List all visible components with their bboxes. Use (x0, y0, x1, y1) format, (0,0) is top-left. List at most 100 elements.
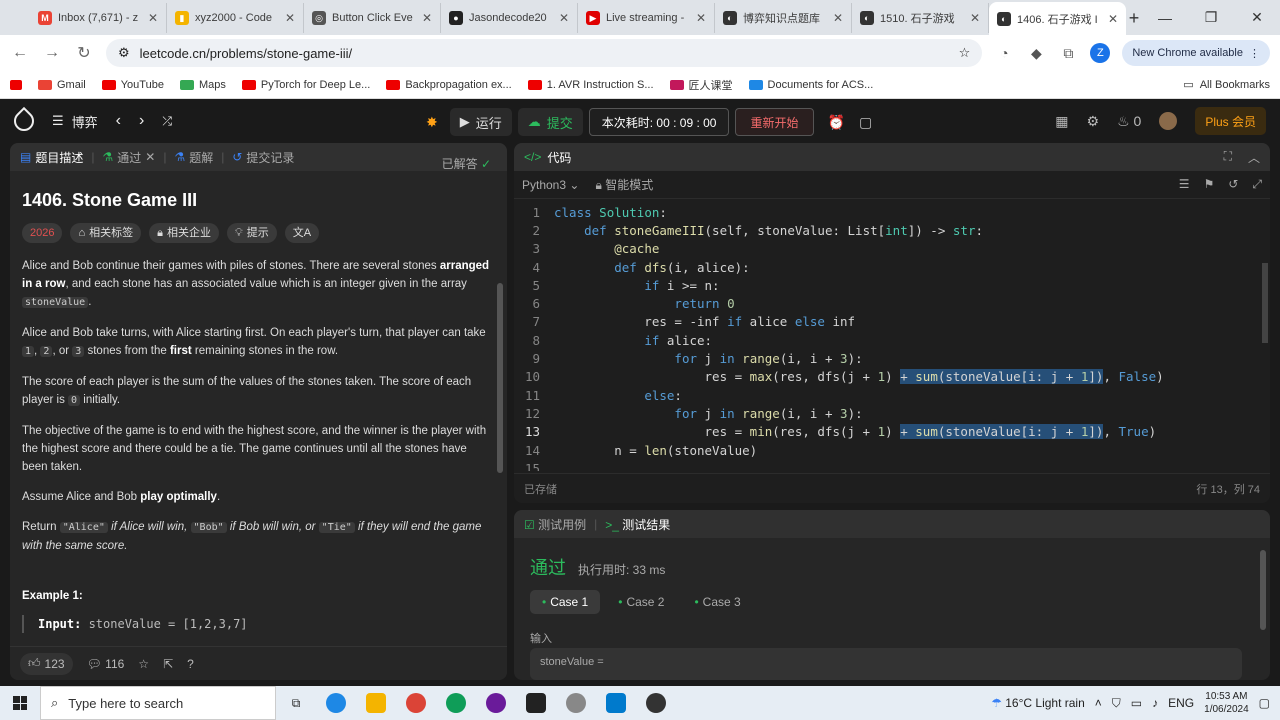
case-tab[interactable]: • Case 2 (606, 590, 676, 614)
tab-accepted[interactable]: ⚗ 通过 ✕ (102, 149, 155, 166)
chevron-up-icon[interactable]: ˄ (1095, 696, 1102, 710)
tab-submissions[interactable]: ↺ 提交记录 (232, 149, 294, 166)
next-problem-icon[interactable]: › (139, 112, 144, 130)
bookmark-item[interactable]: Gmail (38, 79, 86, 91)
browser-tab[interactable]: ◎ Button Click Eve ✕ (304, 3, 441, 33)
run-button[interactable]: ▶ 运行 (449, 108, 512, 136)
obs-icon[interactable] (636, 686, 676, 720)
bookmark-item[interactable]: PyTorch for Deep Le... (241, 79, 370, 91)
test-scrollbar[interactable] (1260, 550, 1266, 630)
weather-widget[interactable]: ☂ 16°C Light rain (991, 696, 1085, 710)
start-button[interactable] (0, 696, 40, 710)
minimize-icon[interactable]: — (1142, 0, 1188, 35)
translate-button[interactable]: 文A (284, 223, 320, 243)
language-select[interactable]: Python3 ⌄ (522, 178, 579, 192)
comments-button[interactable]: 💬︎ 116 (87, 657, 125, 671)
security-icon[interactable]: ⛉ (1112, 696, 1121, 711)
close-tab-icon[interactable]: ✕ (1108, 12, 1118, 26)
profile-avatar[interactable]: Z (1090, 43, 1111, 63)
close-tab-icon[interactable]: ✕ (285, 11, 295, 25)
elapsed-timer[interactable]: 本次耗时: 00 : 09 : 00 (588, 108, 730, 136)
bookmark-item[interactable]: Backpropagation ex... (386, 79, 512, 91)
user-avatar[interactable] (1159, 112, 1178, 130)
bookmark-item[interactable]: Maps (179, 79, 226, 91)
back-icon[interactable]: ← (10, 44, 30, 62)
difficulty-rating-tag[interactable]: 2026 (22, 223, 63, 243)
chrome-icon[interactable] (396, 686, 436, 720)
format-icon[interactable]: ☰ (1179, 177, 1190, 192)
task-view-icon[interactable]: ⧉ (276, 686, 316, 720)
terminal-icon[interactable] (516, 686, 556, 720)
bookmark-icon[interactable]: ⚑ (1204, 177, 1215, 192)
app-icon[interactable] (476, 686, 516, 720)
reload-icon[interactable]: ↻ (74, 43, 94, 63)
reset-code-icon[interactable]: ↺ (1228, 177, 1238, 192)
all-bookmarks-button[interactable]: ▭ All Bookmarks (1183, 78, 1270, 92)
browser-tab[interactable]: ▶ Live streaming - ✕ (578, 3, 715, 33)
browser-tab[interactable]: ◐ 1406. 石子游戏 I ✕ (989, 2, 1126, 35)
hints-button[interactable]: 💡︎ 提示 (227, 223, 277, 243)
tab-test-result[interactable]: >_ 测试结果 (605, 516, 670, 533)
note-icon[interactable]: ▢ (859, 114, 872, 131)
close-window-icon[interactable]: ✕ (1234, 0, 1280, 35)
browser-tab[interactable]: ◐ 博弈知识点题库 ✕ (715, 3, 852, 33)
fullscreen-icon[interactable]: ⛶ (1224, 149, 1232, 166)
restart-timer-button[interactable]: 重新开始 (735, 108, 814, 136)
browser-tab[interactable]: ● Jasondecode20 ✕ (441, 3, 578, 33)
settings-gear-icon[interactable]: ⚙ (1087, 113, 1100, 130)
file-explorer-icon[interactable] (356, 686, 396, 720)
url-text[interactable]: leetcode.cn/problems/stone-game-iii/ (140, 46, 949, 61)
alarm-icon[interactable]: ⏰ (820, 114, 853, 131)
volume-icon[interactable]: ♪ (1152, 696, 1158, 710)
new-chrome-available-button[interactable]: New Chrome available ⋮ (1122, 40, 1270, 66)
case-tab[interactable]: • Case 1 (530, 590, 601, 614)
browser-tab[interactable]: ▮ xyz2000 - Code ✕ (167, 3, 304, 33)
bookmark-item[interactable]: Documents for ACS... (748, 79, 873, 91)
extension2-icon[interactable]: ◆ (1026, 45, 1046, 62)
like-button[interactable]: 👍︎ 123 (20, 652, 73, 675)
site-info-icon[interactable]: ⚙ (118, 45, 130, 61)
omnibox[interactable]: ⚙ leetcode.cn/problems/stone-game-iii/ ☆ (106, 39, 983, 67)
problem-list-button[interactable]: ☰ 博弈 (52, 112, 98, 131)
maximize-icon[interactable]: ❐ (1188, 0, 1234, 35)
code-area[interactable]: 1 class Solution: 2 def stoneGameIII(self… (514, 203, 1270, 471)
close-icon[interactable]: ✕ (145, 150, 155, 164)
forward-icon[interactable]: → (42, 44, 62, 62)
language-indicator[interactable]: ENG (1168, 696, 1194, 710)
problem-title[interactable]: 1406. Stone Game III (22, 191, 492, 209)
browser-tab[interactable]: M Inbox (7,671) - z ✕ (30, 3, 167, 33)
tab-solutions[interactable]: ⚗ 题解 (174, 149, 213, 166)
smart-mode-toggle[interactable]: 🔒︎ 智能模式 (595, 176, 653, 193)
close-tab-icon[interactable]: ✕ (422, 11, 432, 25)
editor-scrollbar[interactable] (1262, 263, 1268, 343)
browser-tab[interactable]: ◐ 1510. 石子游戏 ✕ (852, 3, 989, 33)
close-tab-icon[interactable]: ✕ (833, 11, 843, 25)
close-tab-icon[interactable]: ✕ (559, 11, 569, 25)
new-tab-button[interactable]: + (1126, 3, 1142, 33)
notifications-icon[interactable]: ▢ (1259, 696, 1270, 710)
close-tab-icon[interactable]: ✕ (148, 11, 158, 25)
shuffle-icon[interactable]: ⤮ (162, 114, 172, 129)
share-icon[interactable]: ⇱ (163, 657, 173, 671)
edge-icon[interactable] (316, 686, 356, 720)
plus-membership-button[interactable]: Plus 会员 (1195, 107, 1266, 135)
close-tab-icon[interactable]: ✕ (970, 11, 980, 25)
submit-button[interactable]: ☁ 提交 (517, 108, 583, 136)
description-scrollbar[interactable] (497, 283, 503, 473)
bookmark-item[interactable]: YouTube (101, 79, 164, 91)
tab-testcases[interactable]: ☑ 测试用例 (524, 516, 586, 533)
help-icon[interactable]: ? (187, 657, 194, 671)
youtube-icon[interactable] (10, 79, 22, 90)
collapse-icon[interactable]: ︿ (1248, 149, 1260, 166)
prev-problem-icon[interactable]: ‹ (116, 112, 121, 130)
debug-icon[interactable]: ✸ (420, 114, 444, 131)
bookmark-item[interactable]: 1. AVR Instruction S... (527, 79, 654, 91)
app-icon[interactable] (556, 686, 596, 720)
related-companies-button[interactable]: 🔒︎ 相关企业 (149, 223, 219, 243)
bookmark-item[interactable]: 匠人课堂 (669, 77, 733, 93)
expand-icon[interactable]: ⤢ (1252, 177, 1262, 192)
taskbar-search[interactable]: ⌕ Type here to search (40, 686, 276, 720)
close-tab-icon[interactable]: ✕ (696, 11, 706, 25)
layout-grid-icon[interactable]: ▦ (1055, 113, 1068, 130)
tab-description[interactable]: ▤ 题目描述 (20, 149, 83, 166)
